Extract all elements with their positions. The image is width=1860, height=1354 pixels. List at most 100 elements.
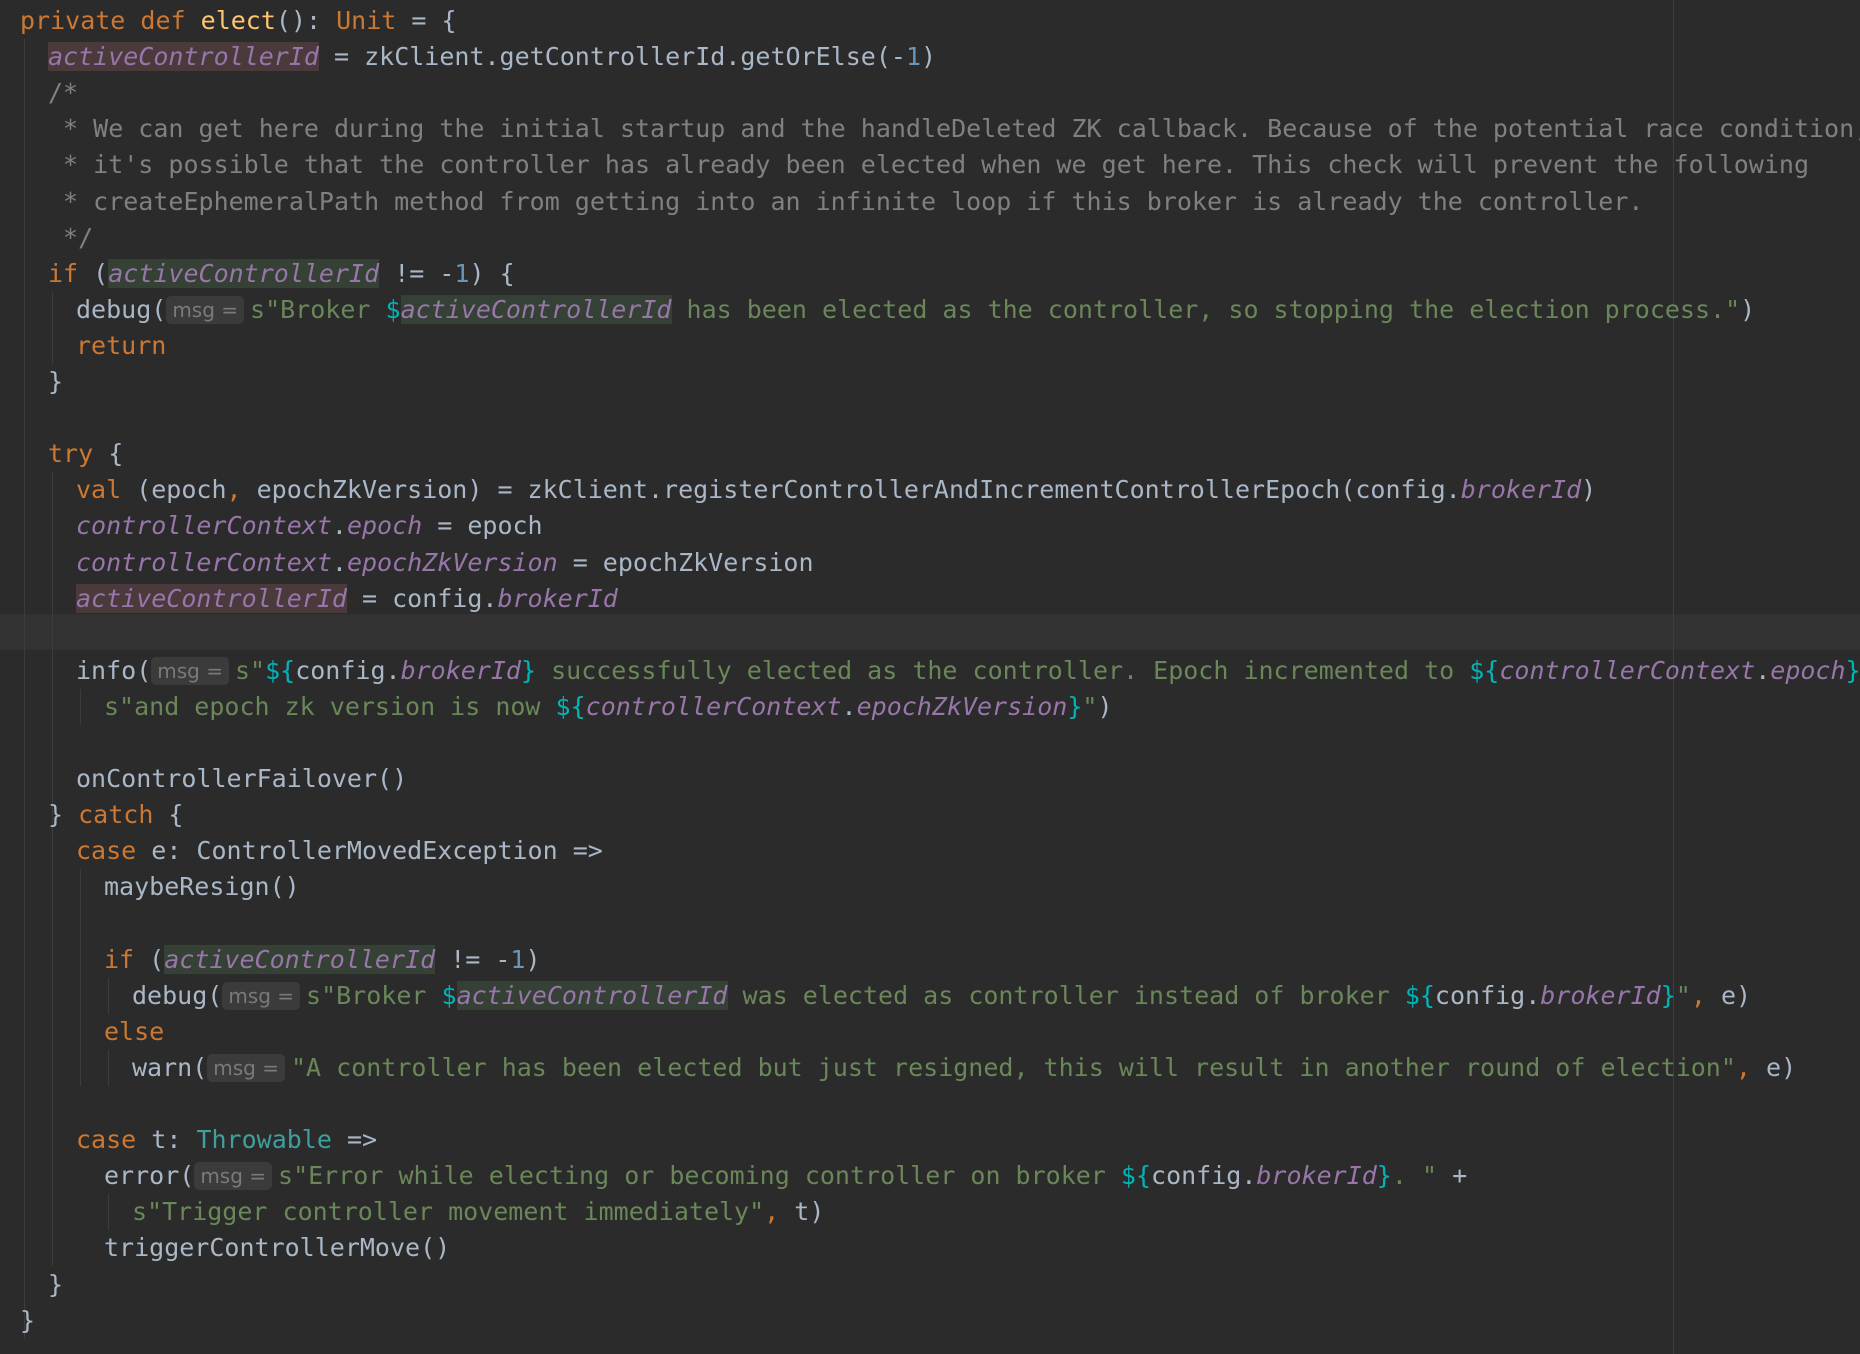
code-line[interactable] — [0, 400, 1860, 436]
code-line[interactable]: warn(msg = "A controller has been elected… — [0, 1050, 1860, 1086]
code-token: ${ — [265, 655, 296, 685]
code-token: */ — [48, 222, 94, 252]
code-line[interactable]: if (activeControllerId != -1) { — [0, 256, 1860, 292]
code-token: activeControllerId — [456, 980, 728, 1010]
code-line-text: return — [76, 331, 166, 360]
code-token: = epochZkVersion — [557, 547, 814, 577]
code-token: error( — [104, 1161, 195, 1191]
code-token: case — [76, 1125, 137, 1155]
code-editor[interactable]: private def elect(): Unit = {activeContr… — [0, 0, 1860, 1354]
code-token: brokerId — [1256, 1161, 1377, 1191]
code-line[interactable]: debug(msg = s"Broker $activeControllerId … — [0, 978, 1860, 1014]
code-line[interactable]: case t: Throwable => — [0, 1122, 1860, 1158]
code-line-text: activeControllerId = zkClient.getControl… — [48, 42, 936, 72]
code-token: + — [1437, 1161, 1468, 1191]
code-line[interactable]: private def elect(): Unit = { — [0, 3, 1860, 39]
code-token: catch — [78, 800, 154, 830]
code-token: triggerControllerMove() — [104, 1233, 451, 1263]
code-line-text: maybeResign() — [104, 872, 300, 901]
code-line[interactable]: error(msg = s"Error while electing or bec… — [0, 1158, 1860, 1194]
code-line[interactable]: */ — [0, 220, 1860, 256]
code-line[interactable] — [0, 725, 1860, 761]
code-token: warn( — [132, 1052, 208, 1082]
code-token: private — [20, 6, 141, 35]
code-token: => — [331, 1125, 378, 1155]
code-line[interactable]: info(msg = s"${config.brokerId} successfu… — [0, 653, 1860, 689]
code-token: Throwable — [196, 1125, 332, 1155]
code-token: brokerId — [1460, 475, 1582, 505]
code-token: brokerId — [497, 583, 618, 613]
code-line[interactable]: maybeResign() — [0, 869, 1860, 905]
code-token: brokerId — [1540, 980, 1661, 1010]
code-line[interactable]: triggerControllerMove() — [0, 1230, 1860, 1266]
code-line[interactable]: else — [0, 1014, 1860, 1050]
code-token: } — [1845, 655, 1860, 685]
code-line[interactable]: activeControllerId = config.brokerId — [0, 581, 1860, 617]
code-line-text: try { — [48, 439, 123, 468]
code-line-text: case t: Throwable => — [76, 1125, 377, 1154]
code-token: maybeResign() — [104, 872, 300, 902]
code-line[interactable]: onControllerFailover() — [0, 761, 1860, 797]
code-line[interactable]: controllerContext.epochZkVersion = epoch… — [0, 545, 1860, 581]
code-line-text: debug(msg = s"Broker $activeControllerId … — [76, 294, 1756, 324]
code-token: activeControllerId — [400, 294, 672, 324]
code-token: { — [153, 800, 184, 830]
code-line[interactable] — [0, 1086, 1860, 1122]
code-token: , — [1735, 1052, 1751, 1082]
code-token: s"and epoch zk version is now — [104, 691, 556, 721]
code-line[interactable]: debug(msg = s"Broker $activeControllerId … — [0, 292, 1860, 328]
code-token: epoch — [346, 511, 423, 541]
code-token: " — [1675, 980, 1691, 1010]
code-token: ${ — [555, 691, 586, 721]
code-line[interactable]: if (activeControllerId != -1) — [0, 942, 1860, 978]
code-token: . — [841, 691, 857, 721]
code-line[interactable]: } catch { — [0, 797, 1860, 833]
code-token: config. — [1151, 1161, 1257, 1191]
code-line[interactable]: case e: ControllerMovedException => — [0, 833, 1860, 869]
code-token: controllerContext — [1499, 655, 1756, 685]
code-line-text: } — [20, 1306, 35, 1335]
code-line-text: error(msg = s"Error while electing or bec… — [104, 1161, 1468, 1191]
code-line[interactable]: /* — [0, 75, 1860, 111]
code-token: . " — [1391, 1161, 1438, 1191]
code-token: * We can get here during the initial sta… — [48, 114, 1860, 144]
code-token: activeControllerId — [164, 944, 436, 974]
code-token: . — [331, 511, 347, 541]
code-line[interactable]: } — [0, 364, 1860, 400]
code-line-text: } catch { — [48, 800, 183, 829]
code-line[interactable] — [0, 617, 1860, 653]
code-token: debug( — [76, 294, 167, 324]
code-line[interactable] — [0, 906, 1860, 942]
code-line-text: s"and epoch zk version is now ${controll… — [104, 692, 1113, 721]
code-token: ) — [1740, 294, 1756, 324]
code-token: if — [104, 944, 135, 974]
code-token: t: — [136, 1125, 197, 1155]
code-line[interactable]: activeControllerId = zkClient.getControl… — [0, 39, 1860, 75]
code-line[interactable]: try { — [0, 436, 1860, 472]
code-token: brokerId — [400, 655, 521, 685]
code-token: ${ — [1120, 1161, 1152, 1191]
code-token: ( — [134, 944, 165, 974]
code-line[interactable]: s"Trigger controller movement immediatel… — [0, 1194, 1860, 1230]
code-token: def — [140, 6, 201, 35]
code-line[interactable]: s"and epoch zk version is now ${controll… — [0, 689, 1860, 725]
parameter-hint: msg = — [222, 981, 301, 1010]
code-token: epochZkVersion) = zkClient.registerContr… — [241, 475, 1461, 505]
code-line[interactable]: controllerContext.epoch = epoch — [0, 508, 1860, 544]
code-line[interactable]: return — [0, 328, 1860, 364]
code-token: } — [1067, 691, 1083, 721]
code-token: e: ControllerMovedException => — [136, 836, 603, 866]
code-line[interactable]: val (epoch, epochZkVersion) = zkClient.r… — [0, 472, 1860, 508]
code-token: e) — [1750, 1052, 1797, 1082]
code-line[interactable]: * it's possible that the controller has … — [0, 147, 1860, 183]
code-token: ${ — [1469, 655, 1500, 685]
code-line[interactable]: } — [0, 1303, 1860, 1339]
code-token: controllerContext — [76, 511, 332, 541]
code-line[interactable]: * createEphemeralPath method from gettin… — [0, 184, 1860, 220]
code-line-text: /* — [48, 78, 78, 107]
code-line[interactable]: * We can get here during the initial sta… — [0, 111, 1860, 147]
code-token: { — [93, 439, 124, 469]
code-token: activeControllerId — [108, 258, 380, 288]
code-token: . — [331, 547, 347, 577]
code-line[interactable]: } — [0, 1267, 1860, 1303]
